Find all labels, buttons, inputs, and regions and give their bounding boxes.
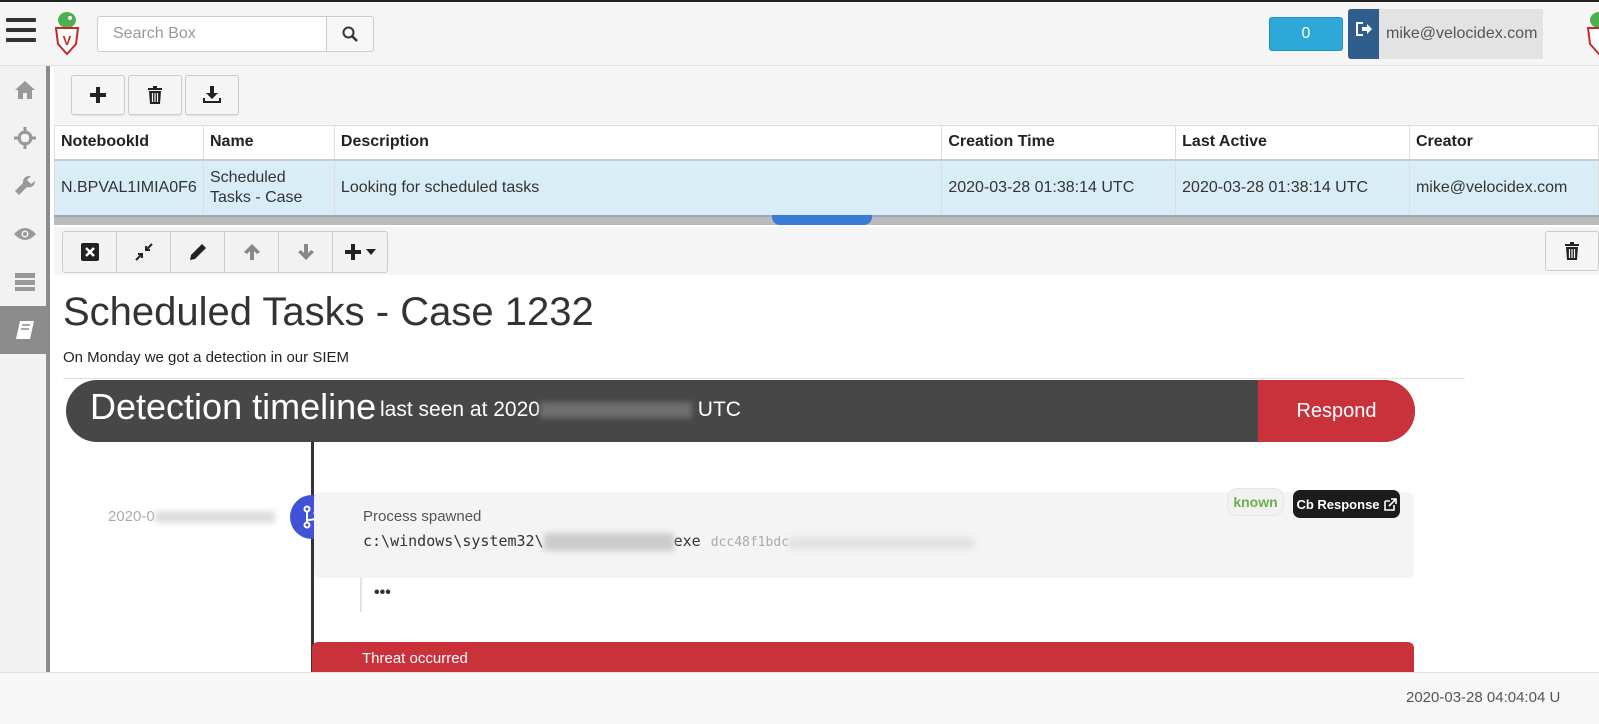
- detection-header: Detection timeline last seen at 2020 UTC…: [66, 380, 1415, 442]
- home-icon: [15, 81, 35, 99]
- sidebar-item-view[interactable]: [0, 210, 50, 258]
- arrow-up-icon: [243, 244, 260, 260]
- trash-icon: [148, 86, 162, 104]
- trash-icon: [1565, 242, 1579, 260]
- notebook-main: NotebookId Name Description Creation Tim…: [54, 66, 1599, 672]
- column-header-last-active[interactable]: Last Active: [1175, 125, 1410, 161]
- redacted-date: [539, 402, 692, 419]
- cell-description: Looking for scheduled tasks: [333, 159, 943, 216]
- notebook-toolbar: [54, 66, 1599, 125]
- cell-creation-time: 2020-03-28 01:38:14 UTC: [941, 159, 1177, 216]
- redacted-timestamp: [154, 511, 275, 524]
- detection-title: Detection timeline: [90, 386, 377, 427]
- splitter-handle[interactable]: [772, 215, 872, 225]
- hash-prefix: dcc48f1bdc: [710, 535, 789, 550]
- search-icon: [342, 26, 358, 42]
- book-icon: [16, 321, 34, 339]
- redacted-process-name: [543, 532, 674, 551]
- sidebar-item-server[interactable]: [0, 258, 50, 306]
- edit-cell-button[interactable]: [171, 232, 225, 272]
- cell-notebook-name: Scheduled Tasks - Case 1232: [202, 159, 335, 216]
- detection-last-seen: last seen at 2020 UTC: [380, 398, 741, 422]
- footer: 2020-03-28 04:04:04 U: [0, 672, 1599, 724]
- add-cell-dropdown-button[interactable]: [333, 232, 387, 272]
- close-icon: [80, 243, 99, 261]
- user-name: mike@velocidex.com: [1379, 9, 1543, 59]
- plus-icon: [345, 244, 361, 260]
- search-input[interactable]: Search Box: [97, 16, 327, 52]
- top-navbar: V Search Box 0 mike@velocidex.com: [0, 0, 1599, 66]
- column-header-name[interactable]: Name: [202, 125, 335, 161]
- cell-notebook-id: N.BPVAL1IMIA0F6: [54, 159, 204, 216]
- column-header-notebookid[interactable]: NotebookId: [54, 125, 204, 161]
- cell-toolbar: [54, 227, 1599, 275]
- redacted-hash: [789, 536, 974, 549]
- server-icon: [15, 273, 35, 291]
- velociraptor-logo[interactable]: V: [52, 10, 82, 56]
- search-button[interactable]: [326, 16, 374, 52]
- sidebar: [0, 66, 50, 672]
- notification-count-button[interactable]: 0: [1269, 17, 1343, 51]
- crosshair-icon: [14, 127, 36, 149]
- known-badge: known: [1227, 488, 1284, 516]
- caret-down-icon: [366, 249, 376, 255]
- move-cell-down-button[interactable]: [279, 232, 333, 272]
- move-cell-up-button[interactable]: [225, 232, 279, 272]
- embedded-screenshot: Detection timeline last seen at 2020 UTC…: [63, 380, 1433, 672]
- svg-text:V: V: [63, 33, 72, 48]
- event-timestamp: 2020-0: [108, 508, 275, 525]
- cell-divider: [63, 378, 1465, 379]
- cb-response-badge: Cb Response: [1293, 490, 1400, 518]
- cell-title: Scheduled Tasks - Case 1232: [63, 290, 594, 334]
- velociraptor-logo-right: [1586, 12, 1599, 56]
- compress-cell-button[interactable]: [117, 232, 171, 272]
- external-link-icon: [1383, 497, 1397, 511]
- notebooks-table: NotebookId Name Description Creation Tim…: [54, 125, 1599, 216]
- column-header-creator[interactable]: Creator: [1408, 125, 1599, 161]
- column-header-creation-time[interactable]: Creation Time: [941, 125, 1177, 161]
- eye-icon: [14, 228, 36, 240]
- delete-notebook-button[interactable]: [128, 75, 182, 115]
- plus-icon: [90, 87, 106, 103]
- last-seen-prefix: last seen at 2020: [380, 398, 540, 421]
- wrench-icon: [15, 175, 36, 195]
- pencil-icon: [189, 244, 206, 260]
- sidebar-item-home[interactable]: [0, 66, 50, 114]
- download-icon: [203, 86, 221, 103]
- export-notebook-button[interactable]: [185, 75, 239, 115]
- respond-button: Respond: [1258, 380, 1415, 442]
- table-row[interactable]: N.BPVAL1IMIA0F6 Scheduled Tasks - Case 1…: [54, 159, 1599, 216]
- sidebar-item-notebooks[interactable]: [0, 306, 50, 354]
- delete-cell-button[interactable]: [1545, 231, 1599, 271]
- compress-icon: [134, 243, 153, 261]
- sidebar-item-artifacts[interactable]: [0, 162, 50, 210]
- column-header-description[interactable]: Description: [333, 125, 943, 161]
- cell-creator: mike@velocidex.com: [1408, 159, 1599, 216]
- logout-button[interactable]: [1348, 9, 1379, 59]
- more-details: •••: [360, 578, 1414, 612]
- close-cell-button[interactable]: [63, 232, 117, 272]
- new-notebook-button[interactable]: [71, 75, 125, 115]
- threat-occurred-bar: Threat occurred: [312, 642, 1414, 672]
- server-time: 2020-03-28 04:04:04 U: [1406, 689, 1561, 706]
- cell-button-group: [62, 231, 388, 273]
- last-seen-suffix: UTC: [697, 398, 741, 421]
- process-path: c:\windows\system32\ exe dcc48f1bdc: [363, 532, 974, 551]
- cell-paragraph: On Monday we got a detection in our SIEM: [63, 349, 349, 366]
- sidebar-item-hunt[interactable]: [0, 114, 50, 162]
- cell-last-active: 2020-03-28 01:38:14 UTC: [1175, 159, 1410, 216]
- event-card: known Cb Response Process spawned c:\win…: [314, 488, 1414, 578]
- sign-out-icon: [1355, 22, 1372, 36]
- arrow-down-icon: [297, 244, 314, 260]
- event-label: Process spawned: [363, 508, 482, 525]
- hamburger-menu-icon[interactable]: [6, 18, 36, 48]
